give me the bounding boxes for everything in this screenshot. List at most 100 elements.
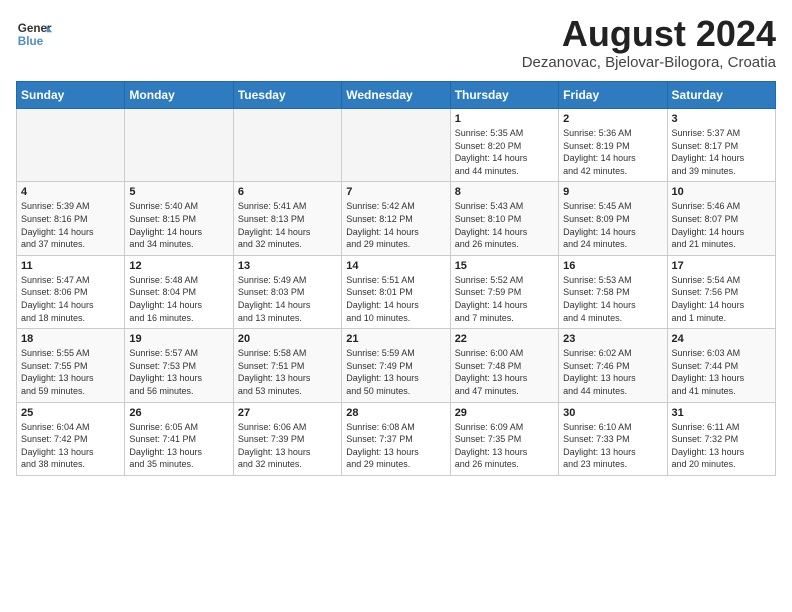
- month-title: August 2024: [522, 16, 776, 52]
- day-number: 4: [21, 186, 120, 198]
- day-number: 14: [346, 260, 445, 272]
- day-cell: 7Sunrise: 5:42 AM Sunset: 8:12 PM Daylig…: [342, 182, 450, 255]
- day-cell: 18 Sunrise: 5:55 AM Sunset: 7:55 PM Dayli…: [17, 329, 125, 402]
- day-number: 16: [563, 260, 662, 272]
- day-info: Sunrise: 6:02 AM Sunset: 7:46 PM Dayligh…: [563, 347, 662, 397]
- logo: General Blue: [16, 16, 52, 52]
- day-cell: 3Sunrise: 5:37 AM Sunset: 8:17 PM Daylig…: [667, 109, 775, 182]
- day-cell: 15 Sunrise: 5:52 AM Sunset: 7:59 PM Dayli…: [450, 255, 558, 328]
- day-cell: 26Sunrise: 6:05 AM Sunset: 7:41 PM Dayli…: [125, 402, 233, 475]
- day-info: Sunrise: 5:46 AM Sunset: 8:07 PM Dayligh…: [672, 200, 771, 250]
- weekday-header-monday: Monday: [125, 82, 233, 109]
- day-number: 10: [672, 186, 771, 198]
- day-info: Sunrise: 5:40 AM Sunset: 8:15 PM Dayligh…: [129, 200, 228, 250]
- day-cell: 13 Sunrise: 5:49 AM Sunset: 8:03 PM Dayli…: [233, 255, 341, 328]
- day-cell: 16 Sunrise: 5:53 AM Sunset: 7:58 PM Dayli…: [559, 255, 667, 328]
- day-info: Sunrise: 5:35 AM Sunset: 8:20 PM Dayligh…: [455, 127, 554, 177]
- header: General Blue August 2024 Dezanovac, Bjel…: [16, 16, 776, 71]
- day-cell: 31Sunrise: 6:11 AM Sunset: 7:32 PM Dayli…: [667, 402, 775, 475]
- day-cell: 10 Sunrise: 5:46 AM Sunset: 8:07 PM Dayli…: [667, 182, 775, 255]
- day-number: 24: [672, 333, 771, 345]
- day-cell: 28Sunrise: 6:08 AM Sunset: 7:37 PM Dayli…: [342, 402, 450, 475]
- day-info: Sunrise: 5:45 AM Sunset: 8:09 PM Dayligh…: [563, 200, 662, 250]
- day-info: Sunrise: 5:36 AM Sunset: 8:19 PM Dayligh…: [563, 127, 662, 177]
- title-area: August 2024 Dezanovac, Bjelovar-Bilogora…: [522, 16, 776, 71]
- day-cell: 8 Sunrise: 5:43 AM Sunset: 8:10 PM Daylig…: [450, 182, 558, 255]
- day-cell: 29 Sunrise: 6:09 AM Sunset: 7:35 PM Dayli…: [450, 402, 558, 475]
- day-info: Sunrise: 5:41 AM Sunset: 8:13 PM Dayligh…: [238, 200, 337, 250]
- day-number: 3: [672, 113, 771, 125]
- day-cell: 22Sunrise: 6:00 AM Sunset: 7:48 PM Dayli…: [450, 329, 558, 402]
- logo-icon: General Blue: [16, 16, 52, 52]
- svg-text:Blue: Blue: [18, 35, 44, 48]
- day-number: 17: [672, 260, 771, 272]
- weekday-header-thursday: Thursday: [450, 82, 558, 109]
- calendar: SundayMondayTuesdayWednesdayThursdayFrid…: [16, 81, 776, 476]
- day-info: Sunrise: 5:53 AM Sunset: 7:58 PM Dayligh…: [563, 274, 662, 324]
- day-cell: [17, 109, 125, 182]
- day-cell: 6 Sunrise: 5:41 AM Sunset: 8:13 PM Daylig…: [233, 182, 341, 255]
- day-info: Sunrise: 6:03 AM Sunset: 7:44 PM Dayligh…: [672, 347, 771, 397]
- day-cell: 27 Sunrise: 6:06 AM Sunset: 7:39 PM Dayli…: [233, 402, 341, 475]
- day-cell: 30Sunrise: 6:10 AM Sunset: 7:33 PM Dayli…: [559, 402, 667, 475]
- weekday-header-saturday: Saturday: [667, 82, 775, 109]
- week-row-2: 4Sunrise: 5:39 AM Sunset: 8:16 PM Daylig…: [17, 182, 776, 255]
- day-number: 8: [455, 186, 554, 198]
- day-info: Sunrise: 6:00 AM Sunset: 7:48 PM Dayligh…: [455, 347, 554, 397]
- day-cell: 23 Sunrise: 6:02 AM Sunset: 7:46 PM Dayli…: [559, 329, 667, 402]
- day-info: Sunrise: 6:09 AM Sunset: 7:35 PM Dayligh…: [455, 421, 554, 471]
- day-info: Sunrise: 5:57 AM Sunset: 7:53 PM Dayligh…: [129, 347, 228, 397]
- day-info: Sunrise: 5:43 AM Sunset: 8:10 PM Dayligh…: [455, 200, 554, 250]
- day-cell: 2Sunrise: 5:36 AM Sunset: 8:19 PM Daylig…: [559, 109, 667, 182]
- day-number: 15: [455, 260, 554, 272]
- week-row-5: 25 Sunrise: 6:04 AM Sunset: 7:42 PM Dayli…: [17, 402, 776, 475]
- day-cell: 1Sunrise: 5:35 AM Sunset: 8:20 PM Daylig…: [450, 109, 558, 182]
- day-cell: 17 Sunrise: 5:54 AM Sunset: 7:56 PM Dayli…: [667, 255, 775, 328]
- day-number: 25: [21, 407, 120, 419]
- day-info: Sunrise: 5:52 AM Sunset: 7:59 PM Dayligh…: [455, 274, 554, 324]
- day-cell: 5Sunrise: 5:40 AM Sunset: 8:15 PM Daylig…: [125, 182, 233, 255]
- day-info: Sunrise: 5:55 AM Sunset: 7:55 PM Dayligh…: [21, 347, 120, 397]
- weekday-header-friday: Friday: [559, 82, 667, 109]
- day-cell: 24 Sunrise: 6:03 AM Sunset: 7:44 PM Dayli…: [667, 329, 775, 402]
- day-cell: 9 Sunrise: 5:45 AM Sunset: 8:09 PM Daylig…: [559, 182, 667, 255]
- day-info: Sunrise: 6:11 AM Sunset: 7:32 PM Dayligh…: [672, 421, 771, 471]
- day-number: 29: [455, 407, 554, 419]
- day-number: 11: [21, 260, 120, 272]
- day-number: 9: [563, 186, 662, 198]
- day-info: Sunrise: 5:51 AM Sunset: 8:01 PM Dayligh…: [346, 274, 445, 324]
- day-number: 20: [238, 333, 337, 345]
- day-number: 27: [238, 407, 337, 419]
- day-cell: 12Sunrise: 5:48 AM Sunset: 8:04 PM Dayli…: [125, 255, 233, 328]
- day-number: 26: [129, 407, 228, 419]
- day-info: Sunrise: 5:48 AM Sunset: 8:04 PM Dayligh…: [129, 274, 228, 324]
- weekday-header-sunday: Sunday: [17, 82, 125, 109]
- week-row-3: 11Sunrise: 5:47 AM Sunset: 8:06 PM Dayli…: [17, 255, 776, 328]
- day-number: 18: [21, 333, 120, 345]
- day-cell: [342, 109, 450, 182]
- day-cell: 20 Sunrise: 5:58 AM Sunset: 7:51 PM Dayli…: [233, 329, 341, 402]
- day-cell: 14 Sunrise: 5:51 AM Sunset: 8:01 PM Dayli…: [342, 255, 450, 328]
- day-cell: 25 Sunrise: 6:04 AM Sunset: 7:42 PM Dayli…: [17, 402, 125, 475]
- day-cell: 21Sunrise: 5:59 AM Sunset: 7:49 PM Dayli…: [342, 329, 450, 402]
- day-cell: 4Sunrise: 5:39 AM Sunset: 8:16 PM Daylig…: [17, 182, 125, 255]
- day-cell: 19 Sunrise: 5:57 AM Sunset: 7:53 PM Dayli…: [125, 329, 233, 402]
- day-info: Sunrise: 6:10 AM Sunset: 7:33 PM Dayligh…: [563, 421, 662, 471]
- weekday-header-wednesday: Wednesday: [342, 82, 450, 109]
- day-info: Sunrise: 5:59 AM Sunset: 7:49 PM Dayligh…: [346, 347, 445, 397]
- day-number: 28: [346, 407, 445, 419]
- weekday-header-tuesday: Tuesday: [233, 82, 341, 109]
- day-number: 23: [563, 333, 662, 345]
- day-cell: [125, 109, 233, 182]
- day-info: Sunrise: 5:58 AM Sunset: 7:51 PM Dayligh…: [238, 347, 337, 397]
- day-info: Sunrise: 6:04 AM Sunset: 7:42 PM Dayligh…: [21, 421, 120, 471]
- day-info: Sunrise: 5:49 AM Sunset: 8:03 PM Dayligh…: [238, 274, 337, 324]
- day-number: 6: [238, 186, 337, 198]
- day-info: Sunrise: 6:06 AM Sunset: 7:39 PM Dayligh…: [238, 421, 337, 471]
- day-info: Sunrise: 5:54 AM Sunset: 7:56 PM Dayligh…: [672, 274, 771, 324]
- day-number: 19: [129, 333, 228, 345]
- week-row-1: 1Sunrise: 5:35 AM Sunset: 8:20 PM Daylig…: [17, 109, 776, 182]
- day-number: 13: [238, 260, 337, 272]
- day-cell: [233, 109, 341, 182]
- day-info: Sunrise: 5:42 AM Sunset: 8:12 PM Dayligh…: [346, 200, 445, 250]
